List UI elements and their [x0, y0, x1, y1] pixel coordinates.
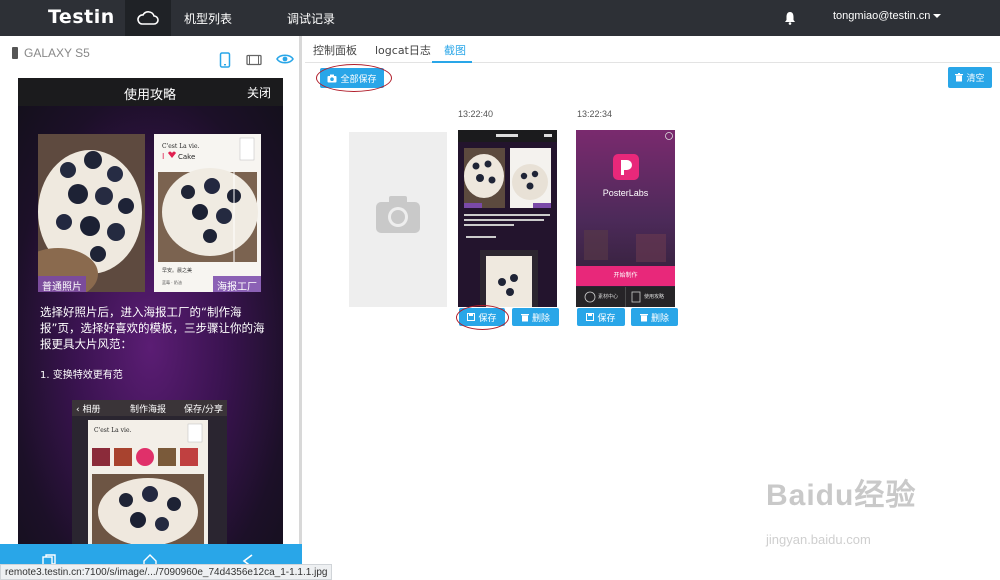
- inner-screenshot: ‹ 相册 制作海报 保存/分享 C'est La vie.: [72, 400, 227, 544]
- tag-normal-photo: 普通照片: [38, 276, 86, 292]
- screenshot-placeholder[interactable]: [349, 132, 447, 307]
- nav-device-list[interactable]: 机型列表: [184, 10, 232, 27]
- inner-poster-card: C'est La vie.: [88, 420, 208, 544]
- cloud-tab[interactable]: [125, 0, 171, 36]
- eye-icon[interactable]: [276, 53, 294, 65]
- start-create-label: 开始制作: [613, 272, 638, 279]
- user-email: tongmiao@testin.cn: [833, 10, 931, 22]
- svg-text:C'est La vie.: C'est La vie.: [94, 427, 132, 434]
- watermark-url: jingyan.baidu.com: [766, 532, 871, 547]
- screenshot-1-time: 13:22:40: [458, 109, 494, 119]
- inner-save-share: 保存/分享: [183, 405, 223, 415]
- svg-text:C'est La vie.: C'est La vie.: [162, 143, 200, 150]
- screen-close-button[interactable]: 关闭: [247, 84, 271, 101]
- watermark-brand: Baidu经验: [766, 479, 917, 512]
- screenshot-1-delete-button[interactable]: 删除: [512, 308, 559, 326]
- trash-icon: [955, 73, 964, 82]
- top-nav-bar: Testin 机型列表 调试记录 tongmiao@testin.cn: [0, 0, 1000, 36]
- tag-poster-factory: 海报工厂: [213, 276, 261, 292]
- material-center-label: 素材中心: [598, 294, 619, 300]
- nav-debug-records[interactable]: 调试记录: [287, 10, 335, 27]
- testin-logo[interactable]: Testin: [48, 6, 115, 28]
- portrait-icon[interactable]: [219, 52, 231, 68]
- clear-button[interactable]: 清空: [948, 67, 992, 88]
- save-icon: [586, 313, 595, 321]
- normal-photo-image: 普通照片: [38, 134, 145, 292]
- clear-label: 清空: [966, 74, 985, 84]
- caret-down-icon: [933, 14, 942, 19]
- device-title: GALAXY S5: [12, 46, 90, 60]
- active-tab-indicator: [432, 61, 472, 63]
- tab-screenshots[interactable]: 截图: [444, 42, 466, 58]
- trash-icon: [520, 313, 529, 321]
- usage-guide-label: 使用攻略: [644, 294, 665, 300]
- screenshot-2-save-button[interactable]: 保存: [577, 308, 625, 326]
- trash-icon: [639, 313, 648, 321]
- save-label: 保存: [597, 313, 616, 324]
- inner-toolbar: ‹ 相册 制作海报 保存/分享: [72, 400, 227, 416]
- status-bar-url: remote3.testin.cn:7100/s/image/.../70909…: [0, 564, 333, 580]
- phone-icon: [12, 47, 18, 59]
- landscape-icon[interactable]: [246, 54, 262, 66]
- annotation-circle-save-all: [316, 64, 392, 92]
- device-screen[interactable]: 使用攻略 关闭 普通照片 C'est La vie. I Cake 早安。晨之美…: [18, 78, 283, 544]
- annotation-circle-save: [456, 305, 509, 330]
- screenshot-2-delete-button[interactable]: 删除: [631, 308, 678, 326]
- svg-text:I: I: [162, 152, 164, 161]
- screen-description: 选择好照片后，进入海报工厂的“制作海报”页，选择好喜欢的模板，三步骤让你的海报更…: [40, 305, 265, 351]
- tab-control-panel[interactable]: 控制面板: [313, 42, 357, 58]
- device-panel: GALAXY S5 使用攻略 关闭 普通照片 C'est La vie. I C…: [0, 36, 302, 580]
- screen-step-1: 1. 变换特效更有范: [40, 370, 123, 381]
- baidu-watermark: Baidu经验 jingyan.baidu.com: [766, 470, 917, 547]
- bell-icon[interactable]: [784, 10, 796, 29]
- poster-factory-image: C'est La vie. I Cake 早安。晨之美 蓝莓 · 奶油 海报工厂: [154, 134, 261, 292]
- cloud-icon: [137, 11, 159, 25]
- screenshot-2-thumbnail[interactable]: PosterLabs 开始制作 素材中心 使用攻略: [576, 130, 675, 307]
- screenshot-1-thumbnail[interactable]: [458, 130, 557, 307]
- screen-title: 使用攻略: [124, 88, 177, 103]
- app-name-label: PosterLabs: [602, 188, 649, 198]
- device-name: GALAXY S5: [24, 46, 90, 60]
- inner-back: ‹ 相册: [76, 405, 101, 415]
- delete-label: 删除: [650, 313, 669, 324]
- svg-text:Cake: Cake: [178, 153, 195, 161]
- screen-header: 使用攻略 关闭: [18, 78, 283, 106]
- tab-logcat[interactable]: logcat日志: [375, 42, 431, 58]
- svg-text:早安。晨之美: 早安。晨之美: [162, 267, 192, 274]
- camera-icon: [376, 196, 420, 233]
- svg-text:蓝莓 · 奶油: 蓝莓 · 奶油: [162, 279, 182, 285]
- user-menu[interactable]: tongmiao@testin.cn: [833, 10, 942, 22]
- inner-title: 制作海报: [130, 405, 167, 415]
- screenshot-2-time: 13:22:34: [577, 109, 613, 119]
- delete-label: 删除: [531, 313, 550, 324]
